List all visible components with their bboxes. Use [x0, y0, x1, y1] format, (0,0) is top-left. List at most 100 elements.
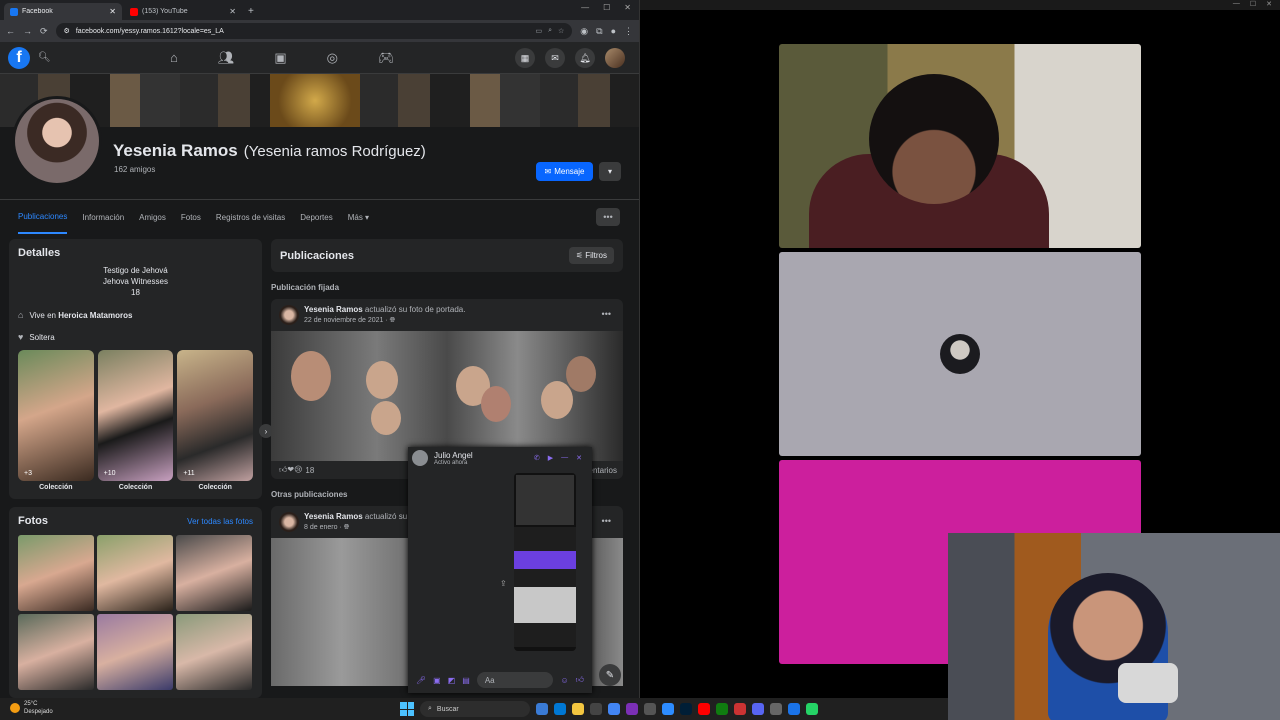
store-icon[interactable]	[590, 703, 602, 715]
extensions-puzzle-icon[interactable]: ⧉	[596, 26, 602, 37]
minimize-chat-icon[interactable]: —	[561, 454, 568, 462]
close-window-icon[interactable]: ✕	[624, 3, 631, 12]
collection-item[interactable]: +10 Colección	[97, 350, 174, 491]
back-icon[interactable]: ←	[6, 26, 15, 36]
reload-icon[interactable]: ⟳	[40, 26, 48, 37]
messenger-icon[interactable]: ✉	[545, 48, 565, 68]
author-avatar[interactable]	[279, 305, 299, 325]
collection-item[interactable]: +11 Colección	[177, 350, 254, 491]
install-icon[interactable]: ▭	[535, 27, 542, 35]
account-avatar[interactable]	[605, 48, 625, 68]
chat-header[interactable]: Julio Angel Activo ahora ✆ ▶ — ✕	[408, 447, 592, 469]
post-options-icon[interactable]: •••	[602, 309, 611, 319]
photo-thumbnail[interactable]	[97, 614, 173, 690]
tab-fotos[interactable]: Fotos	[181, 213, 201, 222]
see-all-photos-link[interactable]: Ver todas las fotos	[187, 517, 253, 526]
menu-grid-icon[interactable]: ▦	[515, 48, 535, 68]
zoom-app-icon[interactable]	[662, 703, 674, 715]
profile-picture[interactable]	[12, 96, 102, 186]
new-tab-button[interactable]: +	[248, 3, 254, 20]
extension-icon[interactable]: ◉	[580, 26, 588, 37]
adobe-icon[interactable]	[698, 703, 710, 715]
chrome-app-icon[interactable]	[788, 703, 800, 715]
maximize-icon[interactable]: ☐	[1250, 0, 1256, 8]
photo-thumbnail[interactable]	[97, 535, 173, 611]
snipping-tool-icon[interactable]	[770, 703, 782, 715]
tab-mas[interactable]: Más ▾	[348, 213, 369, 222]
gif-icon[interactable]: ▤	[462, 676, 470, 685]
sticker-icon[interactable]: ◩	[448, 676, 456, 685]
call-icon[interactable]: ✆	[534, 454, 540, 462]
video-icon[interactable]: ▣	[274, 50, 286, 66]
participant-video-1[interactable]	[779, 44, 1141, 248]
filters-button[interactable]: ⚟ Filtros	[568, 247, 614, 264]
edge-icon[interactable]	[554, 703, 566, 715]
message-button[interactable]: ✉ Mensaje	[536, 162, 593, 181]
author-avatar[interactable]	[279, 512, 299, 532]
weather-widget[interactable]: 25°C Despejado	[10, 700, 53, 716]
home-icon[interactable]: ⌂	[170, 50, 178, 66]
copilot-icon[interactable]	[536, 703, 548, 715]
post-author[interactable]: Yesenia Ramos	[304, 512, 363, 521]
post-author[interactable]: Yesenia Ramos	[304, 305, 363, 314]
browser-menu-icon[interactable]: ⋮	[624, 26, 633, 37]
tab-deportes[interactable]: Deportes	[300, 213, 332, 222]
forward-icon[interactable]: →	[23, 26, 32, 36]
photo-thumbnail[interactable]	[176, 614, 252, 690]
chrome-icon[interactable]	[608, 703, 620, 715]
gaming-icon[interactable]: 🎮︎	[378, 50, 395, 66]
profile-more-icon[interactable]: •••	[596, 208, 620, 226]
maximize-icon[interactable]: ☐	[603, 3, 610, 12]
close-chat-icon[interactable]: ✕	[576, 454, 582, 462]
taskbar-search[interactable]: ⌕ Buscar	[420, 701, 530, 717]
close-tab-icon[interactable]: ✕	[109, 7, 116, 16]
photo-thumbnail[interactable]	[18, 535, 94, 611]
comments-count[interactable]: entarios	[589, 466, 623, 475]
facebook-logo[interactable]: f	[8, 46, 30, 69]
friends-count[interactable]: 162 amigos	[114, 165, 155, 174]
close-window-icon[interactable]: ✕	[1266, 0, 1272, 8]
notifications-bell-icon[interactable]: 🔔︎	[575, 48, 595, 68]
site-info-icon[interactable]: ⚙	[64, 27, 70, 35]
post-date[interactable]: 22 de noviembre de 2021 · 🌐︎	[304, 315, 465, 326]
photo-thumbnail[interactable]	[176, 535, 252, 611]
new-message-icon[interactable]: ✎	[599, 664, 621, 686]
zoom-icon[interactable]: ⌕	[548, 27, 552, 35]
minimize-icon[interactable]: —	[1233, 0, 1240, 8]
shared-screenshot-image[interactable]	[514, 473, 576, 651]
discord-icon[interactable]	[752, 703, 764, 715]
xbox-icon[interactable]	[716, 703, 728, 715]
post-date[interactable]: 8 de enero · 🌐︎	[304, 522, 407, 533]
tab-publicaciones[interactable]: Publicaciones	[18, 201, 68, 234]
more-options-chevron-icon[interactable]: ▾	[599, 162, 621, 181]
participant-tile-2[interactable]	[779, 252, 1141, 456]
chat-message-input[interactable]: Aa	[476, 672, 554, 688]
close-tab-icon[interactable]: ✕	[229, 7, 236, 16]
search-icon[interactable]: 🔍︎	[38, 52, 51, 63]
collection-item[interactable]: +3 Colección	[18, 350, 94, 491]
video-call-icon[interactable]: ▶	[548, 454, 553, 462]
tab-youtube[interactable]: (153) YouTube ✕	[124, 3, 242, 20]
friends-icon[interactable]: 👥︎	[218, 50, 235, 66]
post-options-icon[interactable]: •••	[602, 516, 611, 526]
emoji-icon[interactable]: ☺	[560, 676, 568, 685]
app-icon[interactable]	[734, 703, 746, 715]
address-bar[interactable]: ⚙ facebook.com/yessy.ramos.1612?locale=e…	[55, 23, 573, 39]
tab-amigos[interactable]: Amigos	[139, 213, 166, 222]
profile-icon[interactable]: ●	[611, 26, 616, 36]
groups-icon[interactable]: ◎	[327, 50, 338, 66]
minimize-icon[interactable]: —	[581, 3, 589, 12]
windows-start-icon[interactable]	[400, 702, 414, 716]
obs-icon[interactable]	[626, 703, 638, 715]
whatsapp-icon[interactable]	[806, 703, 818, 715]
like-icon[interactable]: 👍︎	[576, 675, 584, 685]
bookmark-star-icon[interactable]: ☆	[558, 27, 564, 35]
tab-informacion[interactable]: Información	[82, 213, 124, 222]
tab-registros[interactable]: Registros de visitas	[216, 213, 285, 222]
photoshop-icon[interactable]	[680, 703, 692, 715]
mic-icon[interactable]: 🎤︎	[416, 676, 426, 685]
photo-thumbnail[interactable]	[18, 614, 94, 690]
tab-facebook[interactable]: Facebook ✕	[4, 3, 122, 20]
image-icon[interactable]: ▣	[433, 676, 441, 685]
app-icon[interactable]	[644, 703, 656, 715]
